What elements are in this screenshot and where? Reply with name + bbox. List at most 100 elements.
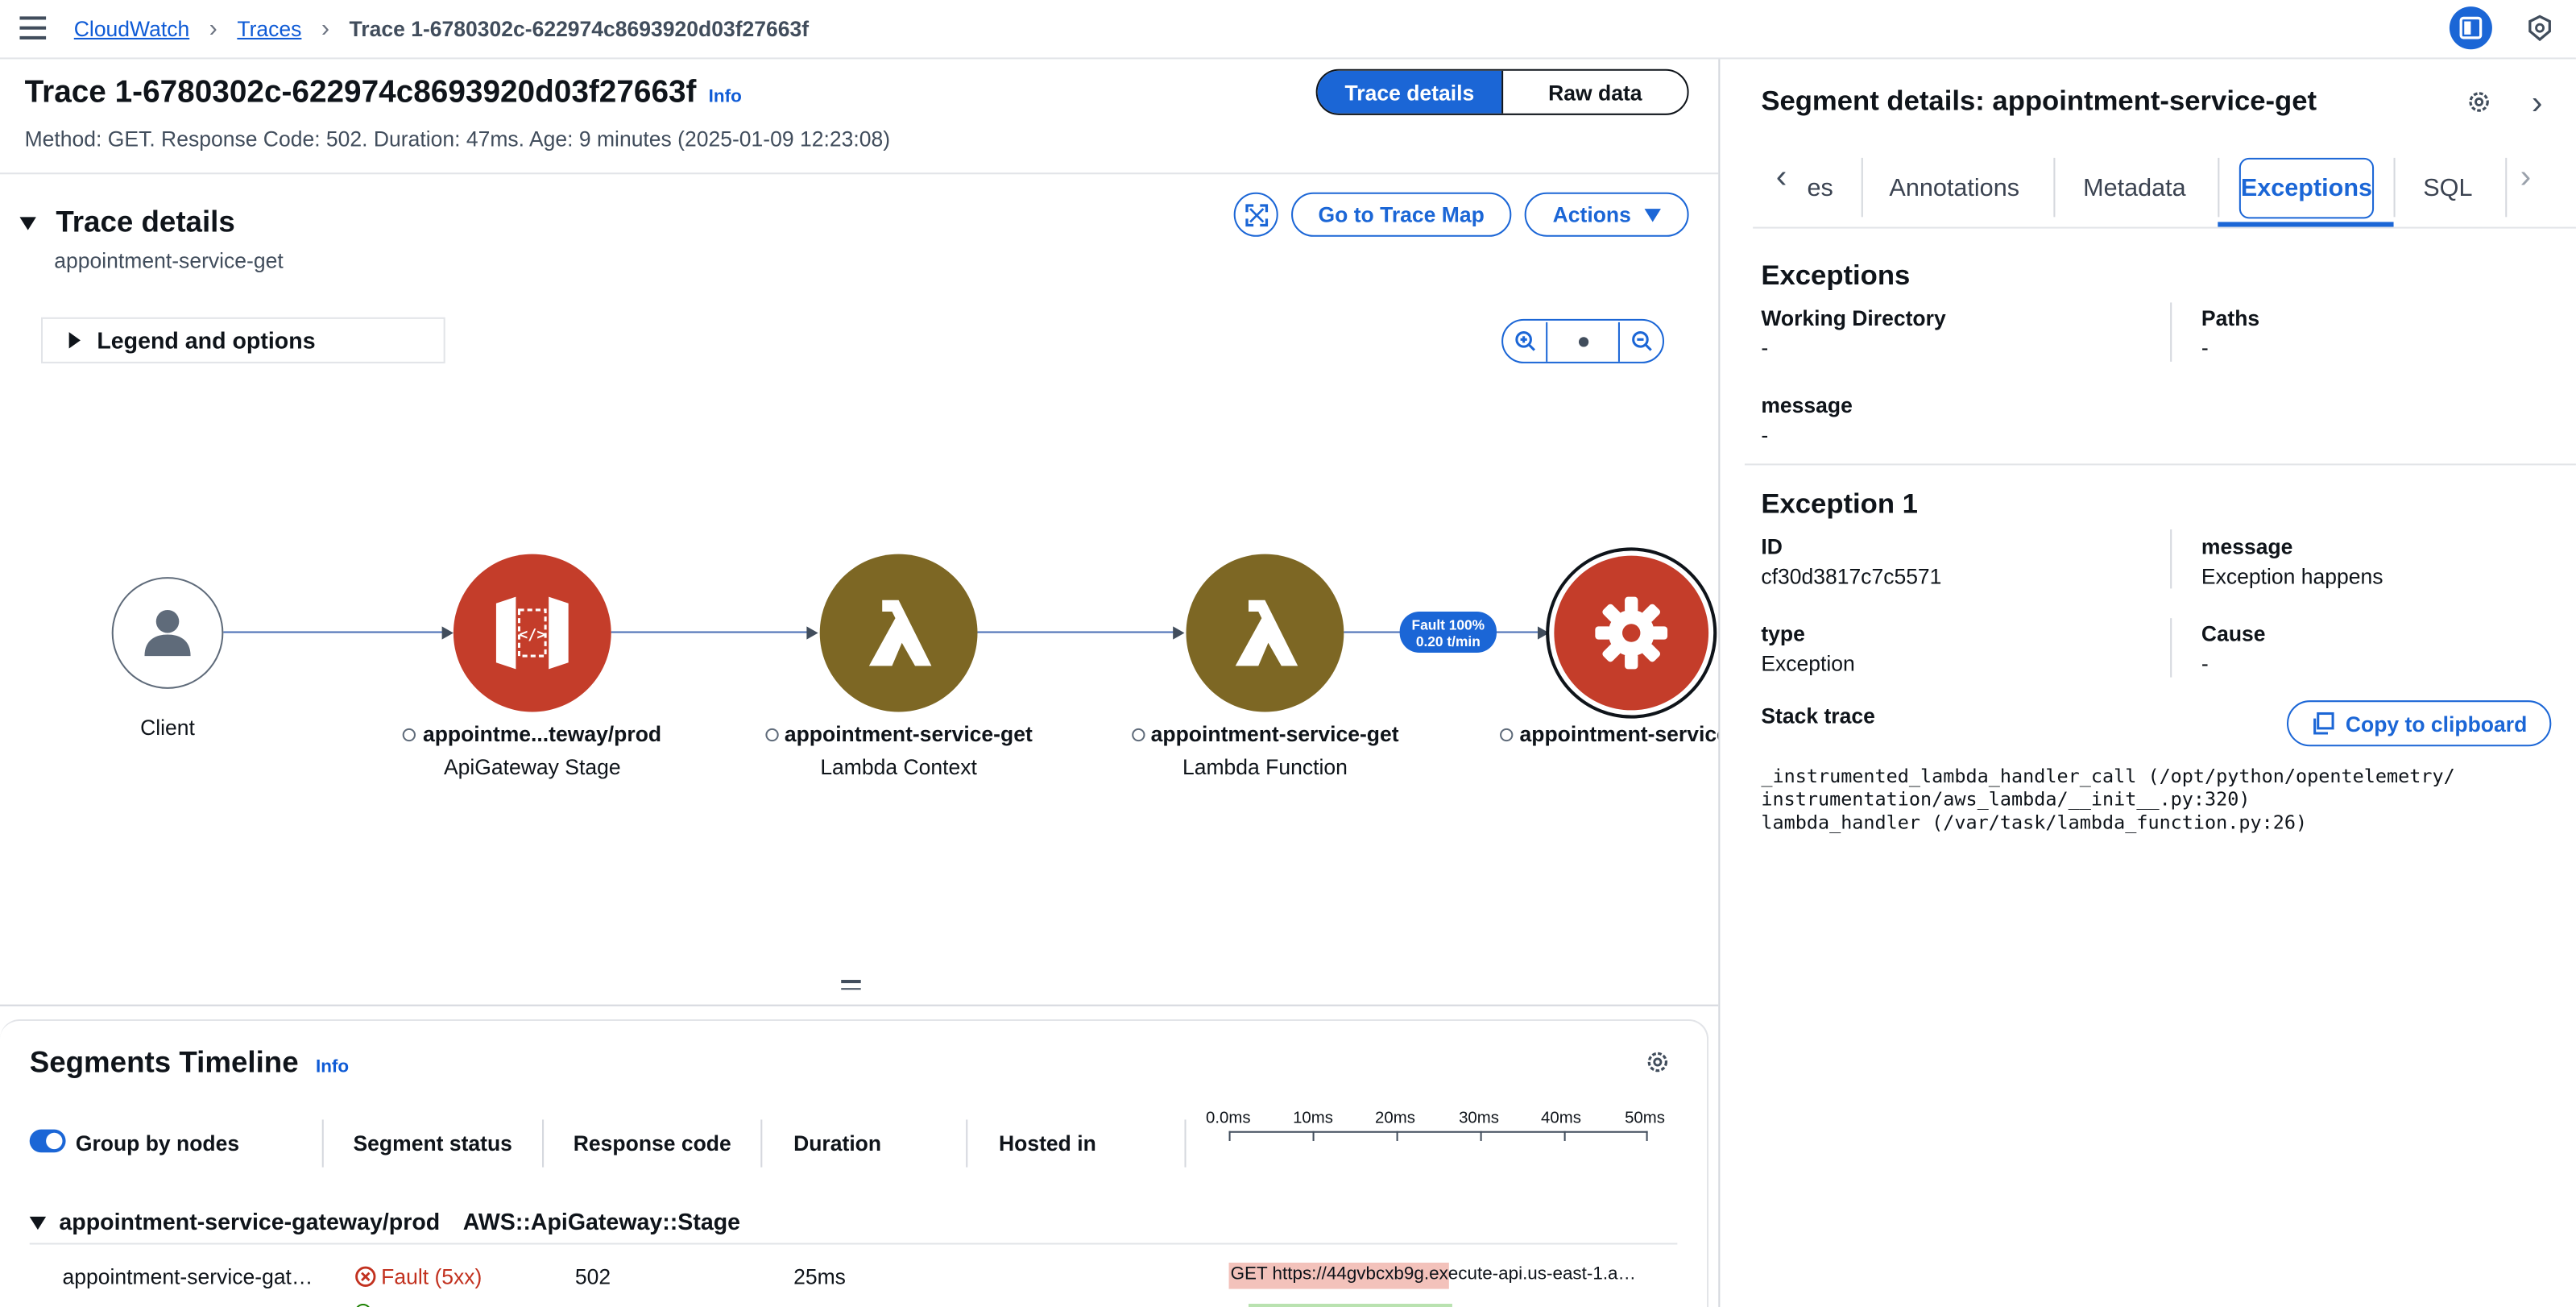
message-label: message (1761, 392, 1853, 418)
copy-icon (2313, 712, 2334, 735)
tab-sql[interactable]: SQL (2423, 174, 2472, 202)
tick-label: 20ms (1375, 1110, 1415, 1128)
caret-down-icon[interactable] (19, 216, 36, 230)
node-title: appointme...teway/prod (422, 721, 662, 747)
zoom-controls (1501, 318, 1665, 363)
panel-toggle-button[interactable] (2449, 6, 2492, 50)
exception-type-value: Exception (1761, 650, 1855, 676)
exception-id-value: cf30d3817c7c5571 (1761, 563, 1942, 589)
panel-settings-button[interactable] (2466, 89, 2492, 123)
dot-icon (1577, 336, 1588, 346)
lambda-function-node-label: appointment-service-get Lambda Function (1068, 722, 1462, 779)
selected-service-node[interactable] (1546, 547, 1717, 719)
api-gateway-node-label: appointme...teway/prod ApiGateway Stage (335, 722, 729, 779)
tab-exceptions[interactable]: Exceptions (2238, 157, 2375, 219)
throughput: 0.20 t/min (1415, 633, 1481, 649)
node-title: appointment-service-get (784, 721, 1033, 747)
page-title: Trace 1-6780302c-622974c8693920d03f27663… (24, 75, 697, 110)
caret-down-icon (1644, 208, 1661, 222)
trace-summary: Method: GET. Response Code: 502. Duratio… (24, 127, 891, 151)
timeline-bar (1249, 1303, 1452, 1307)
table-row[interactable]: appointment-service-gat… Fault (5xx) 502… (30, 1261, 1678, 1294)
tick-label: 30ms (1459, 1110, 1499, 1128)
tick-label: 10ms (1293, 1110, 1333, 1128)
view-toggle: Trace details Raw data (1315, 68, 1689, 115)
tick-label: 0.0ms (1205, 1110, 1251, 1128)
col-segment-status: Segment status (353, 1131, 512, 1156)
node-subtitle: Lambda Function (1182, 754, 1348, 780)
chevron-right-icon: › (321, 15, 330, 44)
duration: 25ms (793, 1263, 846, 1289)
status-text: Fault (5xx) (381, 1263, 482, 1289)
info-link[interactable]: Info (316, 1057, 349, 1077)
segment-name: appointment-service-gat… (62, 1263, 313, 1289)
breadcrumb-traces[interactable]: Traces (237, 16, 301, 41)
node-title: appointment-service (1519, 721, 1729, 747)
person-icon (144, 609, 191, 657)
trace-details-tab[interactable]: Trace details (1317, 70, 1502, 114)
fit-to-screen-button[interactable] (1233, 192, 1278, 237)
api-gateway-node[interactable]: </> (453, 554, 611, 712)
chevron-right-icon: › (209, 15, 217, 44)
tabs-scroll-right-icon[interactable]: › (2520, 160, 2532, 197)
info-link[interactable]: Info (709, 87, 742, 106)
zoom-in-button[interactable] (1503, 321, 1548, 361)
group-by-nodes-toggle[interactable] (29, 1129, 66, 1153)
col-group-by-nodes: Group by nodes (75, 1131, 240, 1156)
paths-value: - (2201, 335, 2209, 360)
tick-label: 40ms (1541, 1110, 1581, 1128)
settings-gear-icon (1647, 1052, 1668, 1073)
actions-dropdown-button[interactable]: Actions (1524, 192, 1689, 237)
node-title: appointment-service-get (1150, 721, 1399, 747)
timeline-settings-button[interactable] (1645, 1049, 1671, 1084)
copy-label: Copy to clipboard (2345, 711, 2528, 736)
group-name: appointment-service-gateway/prod (59, 1208, 441, 1235)
section-subheading: appointment-service-get (54, 248, 284, 273)
breadcrumb-current-trace: Trace 1-6780302c-622974c8693920d03f27663… (349, 16, 810, 42)
status-badge: Fault (5xx) (355, 1264, 482, 1289)
expand-icon (1245, 203, 1268, 226)
api-gateway-icon: </> (495, 596, 569, 670)
response-code: 502 (574, 1263, 611, 1289)
stack-trace-text: _instrumented_lambda_handler_call (/opt/… (1761, 764, 2455, 834)
exception-message-label: message (2201, 534, 2293, 559)
zoom-in-icon (1514, 331, 1534, 351)
tick-label: 50ms (1625, 1110, 1665, 1128)
lambda-function-node[interactable] (1186, 554, 1344, 712)
working-directory-value: - (1761, 335, 1769, 360)
zoom-reset-button[interactable] (1547, 336, 1618, 346)
settings-shield-icon[interactable] (2525, 13, 2555, 43)
zoom-out-button[interactable] (1617, 321, 1663, 361)
split-panel-icon (2459, 16, 2483, 39)
hamburger-menu-icon[interactable] (19, 16, 47, 39)
timeline-group-header[interactable]: appointment-service-gateway/prod AWS::Ap… (29, 1208, 1678, 1245)
exception-cause-value: - (2201, 650, 2209, 676)
client-node[interactable] (111, 577, 224, 689)
tab-traces[interactable]: es (1807, 174, 1833, 202)
fault-edge-badge[interactable]: Fault 100% 0.20 t/min (1399, 611, 1497, 653)
tab-metadata[interactable]: Metadata (2083, 174, 2186, 202)
col-duration: Duration (793, 1131, 882, 1156)
caret-right-icon (68, 332, 81, 349)
exception-message-value: Exception happens (2201, 563, 2383, 589)
group-type: AWS::ApiGateway::Stage (462, 1208, 741, 1235)
copy-to-clipboard-button[interactable]: Copy to clipboard (2286, 700, 2552, 747)
resize-handle[interactable] (841, 980, 861, 990)
breadcrumb-cloudwatch[interactable]: CloudWatch (74, 16, 189, 41)
client-node-label: Client (140, 715, 195, 741)
col-response-code: Response code (573, 1131, 731, 1156)
go-to-trace-map-button[interactable]: Go to Trace Map (1291, 192, 1512, 237)
legend-and-options-toggle[interactable]: Legend and options (40, 317, 445, 363)
breadcrumb: CloudWatch › Traces › Trace 1-6780302c-6… (74, 15, 809, 43)
lambda-context-node-label: appointment-service-get Lambda Context (702, 722, 1095, 779)
gear-icon (1595, 596, 1668, 670)
service-node-label: appointment-service (1500, 721, 1729, 747)
raw-data-tab[interactable]: Raw data (1501, 70, 1687, 114)
lambda-context-node[interactable] (819, 554, 978, 712)
tabs-scroll-left-icon[interactable]: ‹ (1776, 160, 1787, 197)
tab-annotations[interactable]: Annotations (1889, 174, 2019, 202)
timeline-bar-label: GET https://44gvbcxb9g.execute-api.us-ea… (1230, 1263, 1636, 1284)
actions-label: Actions (1552, 201, 1631, 227)
segments-timeline: Segments Timeline Info Group by nodes Se… (0, 1019, 1709, 1307)
close-panel-chevron-icon[interactable]: › (2532, 85, 2543, 123)
